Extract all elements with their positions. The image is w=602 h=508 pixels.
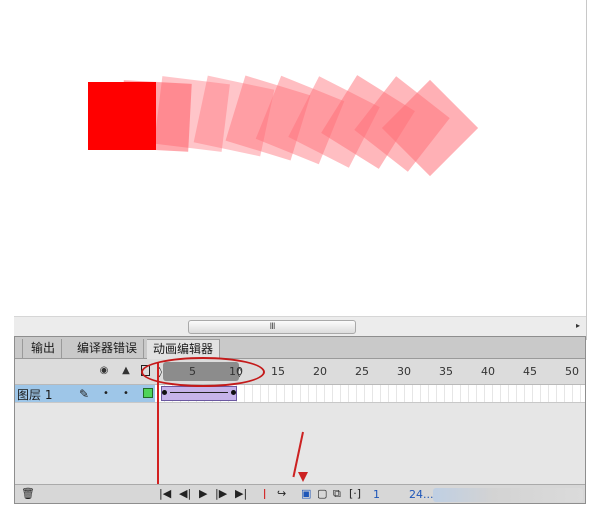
motion-tween-span[interactable]	[161, 386, 237, 401]
red-square[interactable]	[88, 82, 156, 150]
onion-outlines-icon[interactable]: ▢	[317, 487, 327, 501]
pencil-icon: ✎	[79, 387, 90, 401]
scrollbar-grip: III	[269, 322, 276, 332]
layer-color-swatch[interactable]	[143, 388, 153, 398]
loop-icon[interactable]: ↪	[277, 487, 286, 501]
tab-timeline-stub[interactable]	[11, 339, 23, 359]
lock-dot-icon[interactable]: •	[123, 388, 129, 399]
visibility-dot-icon[interactable]: •	[103, 388, 109, 399]
play-icon[interactable]: ▶	[199, 487, 207, 501]
stage-border	[586, 0, 587, 340]
ruler-label: 20	[313, 365, 327, 378]
ruler-label: 25	[355, 365, 369, 378]
ruler-label: 50	[565, 365, 579, 378]
tab-motion-editor[interactable]: 动画编辑器	[147, 339, 221, 359]
current-frame: 1	[373, 488, 380, 501]
scrollbar-thumb[interactable]: III	[188, 320, 356, 334]
timeline-controls: 🗑 |◀ ◀| ▶ |▶ ▶| ǀ ↪ ▣ ▢ ⧉ [·] 1 24...	[15, 484, 585, 503]
horizontal-scrollbar[interactable]: III ▸	[14, 316, 586, 336]
stage-canvas[interactable]	[0, 0, 586, 316]
tween-arrow	[170, 392, 228, 393]
ruler-label: 45	[523, 365, 537, 378]
tab-compiler-errors[interactable]: 编译器错误	[71, 339, 145, 359]
tab-output[interactable]: 输出	[25, 339, 63, 359]
annotation-ellipse	[141, 357, 265, 387]
ruler-label: 35	[439, 365, 453, 378]
next-frame-icon[interactable]: |▶	[215, 487, 227, 501]
ruler-label: 30	[397, 365, 411, 378]
first-frame-icon[interactable]: |◀	[159, 487, 171, 501]
prev-frame-icon[interactable]: ◀|	[179, 487, 191, 501]
layer-name-cell[interactable]: 图层 1 ✎ • •	[15, 385, 155, 402]
eye-icon[interactable]: ◉	[99, 366, 109, 376]
frame-rate[interactable]: 24...	[409, 488, 434, 501]
modify-markers-icon[interactable]: [·]	[349, 487, 361, 501]
layer-name[interactable]: 图层 1	[17, 386, 52, 403]
keyframe-end-icon[interactable]	[231, 390, 236, 395]
trash-icon[interactable]: 🗑	[21, 487, 35, 501]
status-area	[433, 488, 583, 502]
timeline-header: ◉ ▲ ◊ ◊ 5 10 15 20 25 30 35 40 45 50	[15, 359, 585, 385]
onion-skin-icon[interactable]: ▣	[301, 487, 311, 501]
ruler-label: 40	[481, 365, 495, 378]
annotation-arrow-head	[298, 472, 308, 482]
keyframe-start-icon[interactable]	[162, 390, 167, 395]
scroll-right-arrow-icon[interactable]: ▸	[576, 321, 580, 330]
last-frame-icon[interactable]: ▶|	[235, 487, 247, 501]
center-frame-icon[interactable]: ǀ	[263, 487, 266, 501]
lock-icon[interactable]: ▲	[121, 366, 131, 376]
panel-tabs: 输出 编译器错误 动画编辑器	[15, 337, 585, 359]
edit-multiple-frames-icon[interactable]: ⧉	[333, 487, 341, 501]
ruler-label: 15	[271, 365, 285, 378]
flash-workspace: III ▸ 输出 编译器错误 动画编辑器 ◉ ▲ ◊ ◊ 5 10 15 20 …	[0, 0, 602, 508]
layer-row[interactable]: 图层 1 ✎ • •	[15, 385, 585, 403]
